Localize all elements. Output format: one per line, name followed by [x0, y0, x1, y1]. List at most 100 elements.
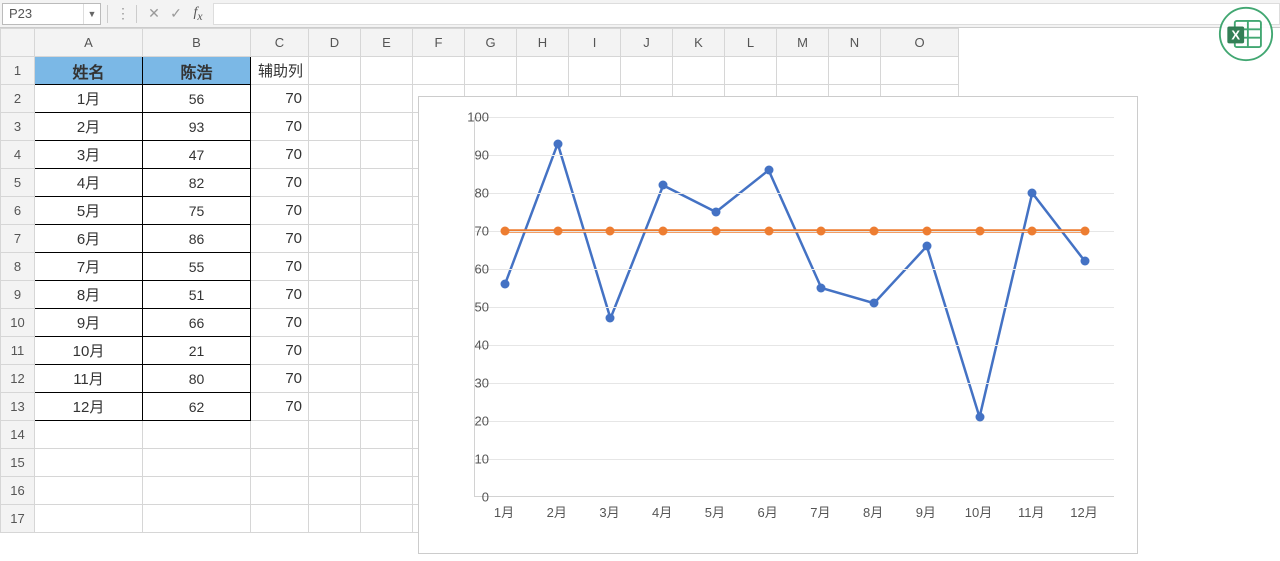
cell-G1[interactable]: [465, 57, 517, 85]
column-header-M[interactable]: M: [777, 29, 829, 57]
row-header-4[interactable]: 4: [1, 141, 35, 169]
column-header-L[interactable]: L: [725, 29, 777, 57]
drag-handle-icon[interactable]: ⋮: [114, 5, 130, 22]
cell-A15[interactable]: [35, 449, 143, 477]
cell-A7[interactable]: 6月: [35, 225, 143, 253]
cell-B1[interactable]: 陈浩: [143, 57, 251, 85]
cell-B12[interactable]: 80: [143, 365, 251, 393]
cell-M1[interactable]: [777, 57, 829, 85]
chart-series-line[interactable]: [505, 144, 1085, 418]
name-box-dropdown[interactable]: ▼: [83, 4, 100, 24]
row-header-10[interactable]: 10: [1, 309, 35, 337]
chart-series-point[interactable]: [764, 227, 773, 236]
name-box[interactable]: P23: [3, 6, 83, 21]
chart-series-point[interactable]: [659, 227, 668, 236]
column-header-C[interactable]: C: [251, 29, 309, 57]
cell-B8[interactable]: 55: [143, 253, 251, 281]
column-header-J[interactable]: J: [621, 29, 673, 57]
chart-series-point[interactable]: [1081, 227, 1090, 236]
chart-series-point[interactable]: [501, 227, 510, 236]
row-header-3[interactable]: 3: [1, 113, 35, 141]
cell-B13[interactable]: 62: [143, 393, 251, 421]
cell-D12[interactable]: [309, 365, 361, 393]
cell-E17[interactable]: [361, 505, 413, 533]
cell-B10[interactable]: 66: [143, 309, 251, 337]
cell-A6[interactable]: 5月: [35, 197, 143, 225]
cell-D10[interactable]: [309, 309, 361, 337]
fx-icon[interactable]: fx: [187, 5, 209, 23]
cell-D7[interactable]: [309, 225, 361, 253]
spreadsheet-grid[interactable]: ABCDEFGHIJKLMNO1姓名陈浩辅助列21月567032月937043月…: [0, 28, 1280, 533]
cell-C15[interactable]: [251, 449, 309, 477]
cell-B14[interactable]: [143, 421, 251, 449]
row-header-17[interactable]: 17: [1, 505, 35, 533]
row-header-16[interactable]: 16: [1, 477, 35, 505]
cell-D4[interactable]: [309, 141, 361, 169]
chart-series-point[interactable]: [553, 227, 562, 236]
cell-D16[interactable]: [309, 477, 361, 505]
cell-B5[interactable]: 82: [143, 169, 251, 197]
cell-B2[interactable]: 56: [143, 85, 251, 113]
chart-series-point[interactable]: [1028, 227, 1037, 236]
chart-series-point[interactable]: [606, 314, 615, 323]
cell-D13[interactable]: [309, 393, 361, 421]
row-header-8[interactable]: 8: [1, 253, 35, 281]
cell-C16[interactable]: [251, 477, 309, 505]
cell-A13[interactable]: 12月: [35, 393, 143, 421]
column-header-D[interactable]: D: [309, 29, 361, 57]
cell-D11[interactable]: [309, 337, 361, 365]
cell-A2[interactable]: 1月: [35, 85, 143, 113]
cell-E3[interactable]: [361, 113, 413, 141]
cell-E5[interactable]: [361, 169, 413, 197]
column-header-E[interactable]: E: [361, 29, 413, 57]
cell-C10[interactable]: 70: [251, 309, 309, 337]
cell-A8[interactable]: 7月: [35, 253, 143, 281]
chart-series-point[interactable]: [922, 227, 931, 236]
cell-A3[interactable]: 2月: [35, 113, 143, 141]
cell-D8[interactable]: [309, 253, 361, 281]
chart-series-point[interactable]: [553, 139, 562, 148]
chart-series-point[interactable]: [1028, 189, 1037, 198]
confirm-icon[interactable]: ✓: [165, 5, 187, 22]
cell-A9[interactable]: 8月: [35, 281, 143, 309]
cell-E15[interactable]: [361, 449, 413, 477]
cell-D17[interactable]: [309, 505, 361, 533]
cell-F1[interactable]: [413, 57, 465, 85]
row-header-14[interactable]: 14: [1, 421, 35, 449]
cell-A1[interactable]: 姓名: [35, 57, 143, 85]
chart-series-point[interactable]: [659, 181, 668, 190]
cell-A14[interactable]: [35, 421, 143, 449]
row-header-12[interactable]: 12: [1, 365, 35, 393]
chart-series-point[interactable]: [711, 227, 720, 236]
row-header-2[interactable]: 2: [1, 85, 35, 113]
cell-C7[interactable]: 70: [251, 225, 309, 253]
cell-C9[interactable]: 70: [251, 281, 309, 309]
cell-E1[interactable]: [361, 57, 413, 85]
chart-series-point[interactable]: [817, 284, 826, 293]
cell-B9[interactable]: 51: [143, 281, 251, 309]
column-header-G[interactable]: G: [465, 29, 517, 57]
row-header-9[interactable]: 9: [1, 281, 35, 309]
cell-A4[interactable]: 3月: [35, 141, 143, 169]
row-header-5[interactable]: 5: [1, 169, 35, 197]
cell-A11[interactable]: 10月: [35, 337, 143, 365]
cell-E13[interactable]: [361, 393, 413, 421]
cell-D1[interactable]: [309, 57, 361, 85]
cell-C1[interactable]: 辅助列: [251, 57, 309, 85]
cell-L1[interactable]: [725, 57, 777, 85]
cell-C2[interactable]: 70: [251, 85, 309, 113]
cell-B7[interactable]: 86: [143, 225, 251, 253]
row-header-1[interactable]: 1: [1, 57, 35, 85]
cell-D15[interactable]: [309, 449, 361, 477]
cell-C12[interactable]: 70: [251, 365, 309, 393]
cell-E16[interactable]: [361, 477, 413, 505]
cell-A5[interactable]: 4月: [35, 169, 143, 197]
row-header-13[interactable]: 13: [1, 393, 35, 421]
cell-B6[interactable]: 75: [143, 197, 251, 225]
cell-E9[interactable]: [361, 281, 413, 309]
column-header-H[interactable]: H: [517, 29, 569, 57]
chart-series-point[interactable]: [870, 299, 879, 308]
cell-C14[interactable]: [251, 421, 309, 449]
cell-E8[interactable]: [361, 253, 413, 281]
chart-series-point[interactable]: [870, 227, 879, 236]
